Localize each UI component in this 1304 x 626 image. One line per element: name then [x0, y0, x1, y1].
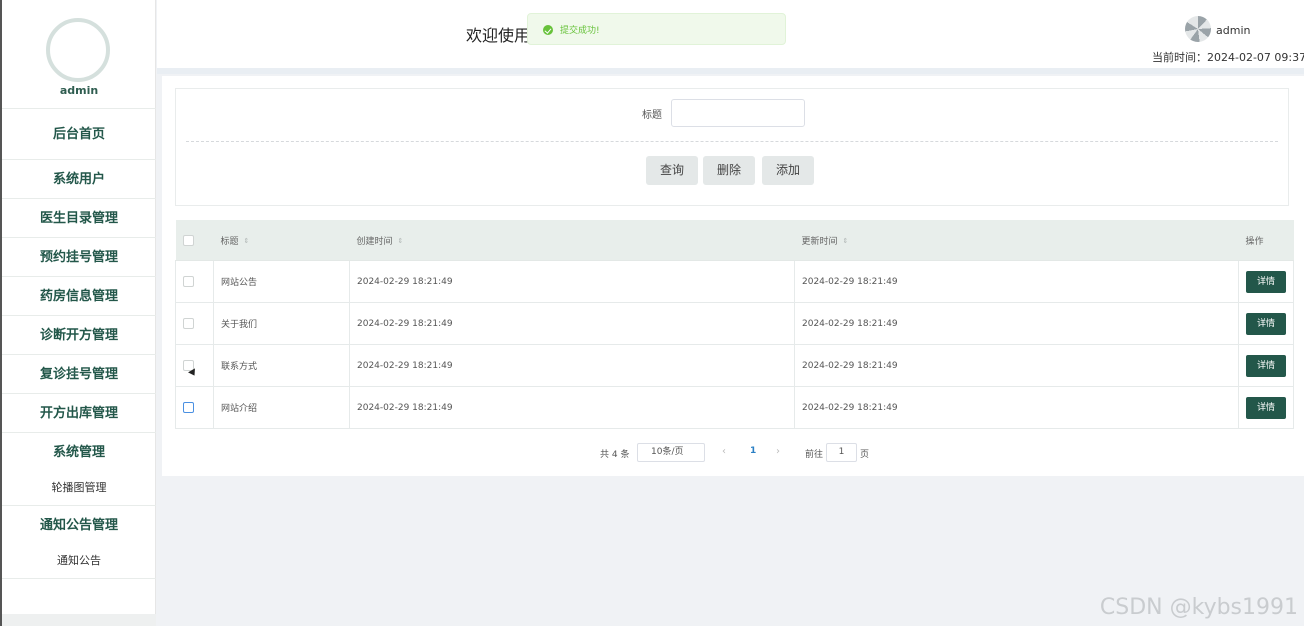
- cell-title: 网站介绍: [213, 386, 350, 429]
- menu-home[interactable]: 后台首页: [2, 116, 156, 154]
- divider: [2, 393, 156, 394]
- current-time: 当前时间：2024-02-07 09:37:30: [1152, 51, 1304, 64]
- cell-title: 关于我们: [213, 302, 350, 345]
- divider: [2, 354, 156, 355]
- menu-revisit[interactable]: 复诊挂号管理: [2, 356, 156, 394]
- page-size-select[interactable]: 10条/页: [637, 443, 705, 462]
- divider: [2, 108, 156, 109]
- cell-title: 网站公告: [213, 260, 350, 303]
- pagination-total: 共 4 条: [600, 450, 630, 460]
- cell-created: 2024-02-29 18:21:49: [349, 260, 795, 303]
- divider: [2, 276, 156, 277]
- sidebar-footer: [2, 614, 156, 626]
- toast-message: 提交成功!: [560, 26, 600, 36]
- header-divider: [157, 68, 1304, 74]
- goto-suffix: 页: [860, 450, 870, 460]
- cell-updated: 2024-02-29 18:21:49: [794, 302, 1239, 345]
- welcome-title: 欢迎使用: [466, 26, 531, 45]
- check-circle-icon: [543, 25, 553, 35]
- sidebar-username: admin: [59, 84, 99, 97]
- goto-label: 前往: [805, 450, 824, 460]
- divider: [2, 159, 156, 160]
- chevron-right-icon[interactable]: ›: [776, 446, 780, 457]
- row-checkbox[interactable]: [183, 276, 194, 287]
- success-toast: 提交成功!: [527, 13, 786, 45]
- menu-system-users[interactable]: 系统用户: [2, 161, 156, 199]
- header-username[interactable]: admin: [1216, 24, 1250, 37]
- row-select-cell: [175, 344, 214, 387]
- column-header-title[interactable]: 标题 ⇕: [213, 220, 350, 261]
- sort-icon[interactable]: ⇕: [398, 237, 404, 245]
- sidebar: admin 后台首页 系统用户 医生目录管理 预约挂号管理 药房信息管理 诊断开…: [0, 0, 156, 626]
- user-avatar[interactable]: [1185, 16, 1211, 42]
- column-header-updated[interactable]: 更新时间 ⇕: [794, 220, 1239, 261]
- row-select-cell: [175, 260, 214, 303]
- menu-pharmacy[interactable]: 药房信息管理: [2, 278, 156, 316]
- column-header-created[interactable]: 创建时间 ⇕: [349, 220, 795, 261]
- select-all-cell: [175, 220, 214, 261]
- table-row: 网站介绍 2024-02-29 18:21:49 2024-02-29 18:2…: [175, 386, 1294, 429]
- column-title-label: 标题: [220, 236, 239, 247]
- divider: [2, 432, 156, 433]
- cell-action: 详情: [1238, 344, 1294, 387]
- notice-table: 标题 ⇕ 创建时间 ⇕ 更新时间 ⇕ 操作 网站公告 2024-02-29 18:21…: [175, 220, 1294, 429]
- cell-updated: 2024-02-29 18:21:49: [794, 386, 1239, 429]
- menu-doctor-directory[interactable]: 医生目录管理: [2, 200, 156, 238]
- add-button[interactable]: 添加: [762, 156, 814, 185]
- page-number[interactable]: 1: [750, 446, 756, 456]
- divider: [2, 315, 156, 316]
- submenu-notice[interactable]: 通知公告: [2, 543, 156, 579]
- row-select-cell: [175, 386, 214, 429]
- sort-icon[interactable]: ⇕: [244, 237, 250, 245]
- detail-button[interactable]: 详情: [1246, 354, 1286, 377]
- table-row: 联系方式 2024-02-29 18:21:49 2024-02-29 18:2…: [175, 344, 1294, 387]
- cell-updated: 2024-02-29 18:21:49: [794, 344, 1239, 387]
- query-button[interactable]: 查询: [646, 156, 698, 185]
- cell-created: 2024-02-29 18:21:49: [349, 386, 795, 429]
- avatar: [46, 18, 110, 82]
- watermark: CSDN @kybs1991: [1099, 595, 1298, 620]
- menu-notice-management[interactable]: 通知公告管理: [2, 507, 156, 545]
- cell-action: 详情: [1238, 302, 1294, 345]
- menu-system-management[interactable]: 系统管理: [2, 434, 156, 472]
- table-header-row: 标题 ⇕ 创建时间 ⇕ 更新时间 ⇕ 操作: [175, 220, 1294, 261]
- column-created-label: 创建时间: [356, 236, 393, 247]
- cell-action: 详情: [1238, 386, 1294, 429]
- detail-button[interactable]: 详情: [1246, 396, 1286, 419]
- divider: [2, 505, 156, 506]
- select-all-checkbox[interactable]: [182, 234, 194, 246]
- divider: [2, 198, 156, 199]
- row-checkbox[interactable]: [183, 402, 194, 413]
- table-row: 关于我们 2024-02-29 18:21:49 2024-02-29 18:2…: [175, 302, 1294, 345]
- column-updated-label: 更新时间: [801, 236, 838, 247]
- menu-diagnosis[interactable]: 诊断开方管理: [2, 317, 156, 355]
- sort-icon[interactable]: ⇕: [843, 237, 849, 245]
- submenu-carousel[interactable]: 轮播图管理: [2, 470, 156, 506]
- cell-action: 详情: [1238, 260, 1294, 303]
- row-select-cell: [175, 302, 214, 345]
- table-row: 网站公告 2024-02-29 18:21:49 2024-02-29 18:2…: [175, 260, 1294, 303]
- divider: [2, 578, 156, 579]
- cell-updated: 2024-02-29 18:21:49: [794, 260, 1239, 303]
- column-header-action: 操作: [1238, 220, 1294, 261]
- goto-page-input[interactable]: 1: [826, 443, 857, 462]
- cell-created: 2024-02-29 18:21:49: [349, 302, 795, 345]
- detail-button[interactable]: 详情: [1246, 270, 1286, 293]
- divider: [2, 237, 156, 238]
- detail-button[interactable]: 详情: [1246, 312, 1286, 335]
- cell-created: 2024-02-29 18:21:49: [349, 344, 795, 387]
- menu-prescription-outbound[interactable]: 开方出库管理: [2, 395, 156, 433]
- title-search-input[interactable]: [671, 99, 805, 127]
- menu-appointment[interactable]: 预约挂号管理: [2, 239, 156, 277]
- chevron-left-icon[interactable]: ‹: [722, 446, 726, 457]
- cell-title: 联系方式: [213, 344, 350, 387]
- title-label: 标题: [642, 110, 662, 121]
- row-checkbox[interactable]: [183, 318, 194, 329]
- divider: [186, 141, 1278, 142]
- delete-button[interactable]: 删除: [703, 156, 755, 185]
